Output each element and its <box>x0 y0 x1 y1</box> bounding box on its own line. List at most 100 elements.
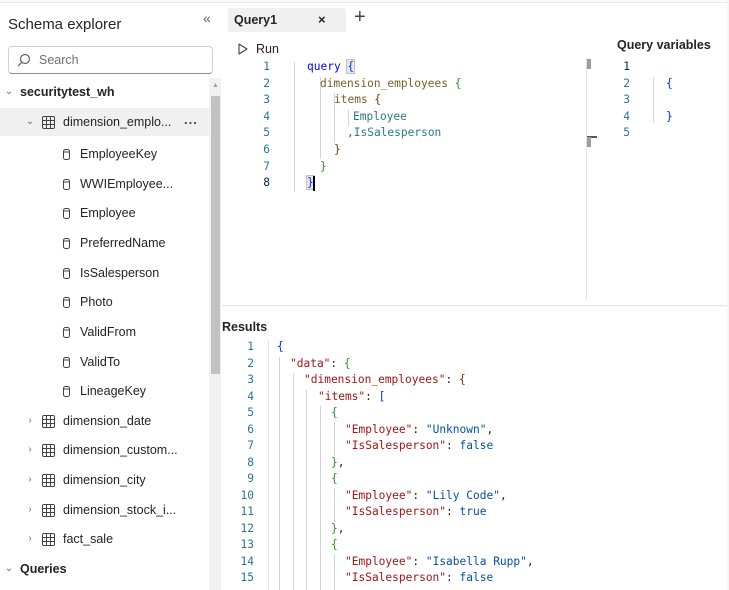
line-number: 9 <box>247 472 254 485</box>
add-tab-button[interactable]: + <box>354 7 370 27</box>
json-line: "Employee": "Lily Code", <box>345 488 507 502</box>
json-line: "IsSalesperson": false <box>345 571 494 584</box>
results-splitter[interactable] <box>222 305 729 306</box>
tree-item-column[interactable]: ValidTo <box>0 348 209 376</box>
query-editor[interactable]: 1 2 3 4 5 6 7 8 query { dimension_employ… <box>222 59 587 300</box>
line-number: 7 <box>247 439 254 452</box>
column-icon <box>63 237 70 249</box>
tree-item-column[interactable]: WWIEmployee... <box>0 170 209 198</box>
tree-item-queries[interactable]: ⌄ Queries <box>0 555 209 583</box>
overview-ruler-mark <box>587 59 591 69</box>
pane-divider[interactable] <box>586 58 587 300</box>
column-label: EmployeeKey <box>80 147 158 161</box>
collapse-panel-button[interactable]: « <box>203 11 217 25</box>
bracket-token: } <box>334 143 341 156</box>
query-variables-editor[interactable]: 1 2 3 4 5 { } <box>600 60 727 300</box>
table-label: dimension_emplo... <box>63 115 172 129</box>
code-line: dimension_employees { <box>320 77 461 90</box>
json-value: true <box>459 505 487 518</box>
json-line: { <box>277 340 284 353</box>
tree-item-table[interactable]: › dimension_custom... <box>0 436 209 464</box>
json-line: "dimension_employees": { <box>304 373 466 386</box>
field-token: ,IsSalesperson <box>347 126 442 139</box>
indent-guide <box>334 422 335 456</box>
column-icon <box>63 326 70 338</box>
line-number: 2 <box>263 77 270 90</box>
tree-item-table[interactable]: › fact_sale <box>0 525 209 553</box>
line-number: 10 <box>240 488 254 502</box>
tree-item-column[interactable]: Employee <box>0 199 209 227</box>
line-number: 5 <box>247 406 254 419</box>
double-chevron-left-icon: « <box>203 10 211 26</box>
json-value: "Isabella Rupp" <box>425 554 527 568</box>
column-icon <box>63 178 70 190</box>
warehouse-label: securitytest_wh <box>20 85 115 99</box>
line-number-active: 8 <box>263 176 270 189</box>
line-number: 4 <box>263 110 270 123</box>
json-key: "dimension_employees" <box>304 373 446 386</box>
run-label: Run <box>256 42 279 56</box>
table-icon <box>42 473 55 487</box>
json-line: { <box>331 538 338 551</box>
column-label: Employee <box>80 206 136 220</box>
line-number: 6 <box>263 143 270 156</box>
column-label: WWIEmployee... <box>80 177 174 191</box>
tree-item-column[interactable]: LineageKey <box>0 377 209 405</box>
indent-guide <box>320 406 321 590</box>
tree-item-column[interactable]: IsSalesperson <box>0 259 209 287</box>
line-number: 11 <box>240 505 254 518</box>
json-key: "IsSalesperson" <box>345 505 447 518</box>
sidebar-scrollbar[interactable]: ▲ <box>209 78 221 590</box>
tab-label: Query1 <box>234 13 278 27</box>
run-button[interactable]: Run <box>238 41 279 57</box>
scrollbar-thumb[interactable] <box>211 96 220 374</box>
search-box[interactable] <box>8 46 213 74</box>
tree-item-table[interactable]: › dimension_city <box>0 466 209 494</box>
text-cursor <box>313 176 315 191</box>
line-number: 8 <box>247 455 254 469</box>
chevron-right-icon: › <box>28 474 32 485</box>
json-value: "Unknown" <box>425 422 487 436</box>
indent-guide <box>279 357 280 590</box>
column-icon <box>63 267 70 279</box>
column-icon <box>63 148 70 160</box>
chevron-down-icon: ⌄ <box>4 563 14 574</box>
tree-item-column[interactable]: PreferredName <box>0 229 209 257</box>
gutter-divider <box>268 340 269 590</box>
line-number-active: 1 <box>623 60 630 73</box>
json-line: }, <box>331 455 345 469</box>
results-viewer[interactable]: 1 2 3 4 5 6 7 8 9 10 11 12 13 14 15 { "d… <box>222 340 729 590</box>
line-number: 7 <box>263 160 270 173</box>
json-key: "IsSalesperson" <box>345 571 447 584</box>
json-key: "IsSalesperson" <box>345 439 447 452</box>
more-options-icon[interactable]: ... <box>184 113 198 126</box>
json-line: "IsSalesperson": true <box>345 505 487 518</box>
tree-item-table[interactable]: › dimension_stock_i... <box>0 496 209 524</box>
json-key: "Employee" <box>345 488 413 502</box>
tree-item-column[interactable]: EmployeeKey <box>0 140 209 168</box>
chevron-right-icon: › <box>28 444 32 455</box>
column-icon <box>63 207 70 219</box>
tree-item-column[interactable]: ValidFrom <box>0 318 209 346</box>
table-icon <box>42 503 55 517</box>
json-line: "data": { <box>290 356 351 370</box>
indent-guide <box>334 554 335 590</box>
play-icon <box>238 43 248 55</box>
close-icon[interactable]: × <box>318 12 326 27</box>
scroll-up-arrow-icon[interactable]: ▲ <box>211 82 220 90</box>
tree-item-table[interactable]: ⌄ dimension_emplo... ... <box>0 108 209 136</box>
line-number: 6 <box>247 422 254 436</box>
tab-query1[interactable]: Query1 × <box>228 8 346 32</box>
search-input[interactable] <box>39 51 204 69</box>
indent-guide <box>348 110 349 126</box>
tree-item-table[interactable]: › dimension_date <box>0 407 209 435</box>
chevron-right-icon: › <box>28 533 32 544</box>
tree-item-warehouse[interactable]: ⌄ securitytest_wh <box>0 78 209 106</box>
code-line: { <box>666 77 673 90</box>
indent-guide <box>306 390 307 590</box>
chevron-down-icon: ⌄ <box>4 86 14 97</box>
table-label: dimension_date <box>63 414 152 428</box>
table-icon <box>42 414 55 428</box>
tree-item-column[interactable]: Photo <box>0 288 209 316</box>
column-icon <box>63 296 70 308</box>
